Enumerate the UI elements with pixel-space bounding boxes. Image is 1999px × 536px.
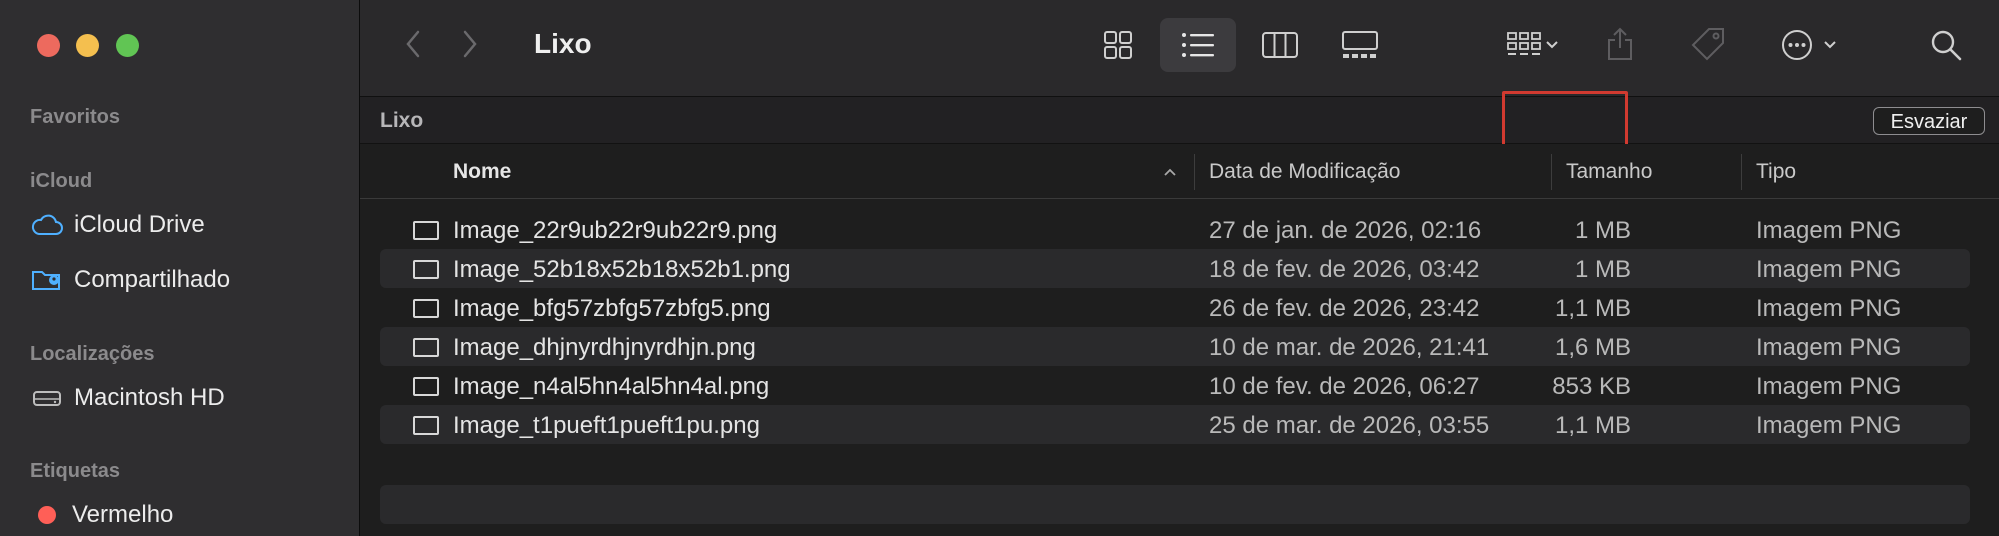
search-icon [1931, 30, 1962, 61]
file-kind: Imagem PNG [1756, 217, 1902, 244]
column-kind[interactable]: Tipo [1756, 160, 1796, 184]
chevron-left-icon [406, 30, 420, 58]
file-kind: Imagem PNG [1756, 295, 1902, 322]
image-file-icon [413, 338, 439, 357]
file-size: 1 MB [1574, 256, 1631, 283]
column-size[interactable]: Tamanho [1566, 160, 1652, 184]
zoom-window-button[interactable] [116, 34, 139, 57]
close-window-button[interactable] [37, 34, 60, 57]
image-file-icon [413, 299, 439, 318]
chevron-down-icon [1824, 41, 1836, 49]
sidebar-section-favorites: Favoritos [30, 106, 121, 128]
list-icon [1182, 33, 1214, 57]
file-row[interactable]: Image_bfg57zbfg57zbfg5.png 26 de fev. de… [380, 288, 1970, 327]
group-icon [1507, 32, 1541, 55]
view-columns-button[interactable] [1242, 18, 1318, 72]
column-date-modified[interactable]: Data de Modificação [1209, 160, 1400, 184]
cloud-icon [30, 210, 64, 240]
trash-header-bar: Lixo Esvaziar [360, 97, 1999, 144]
location-label: Lixo [380, 109, 424, 132]
file-size: 1,1 MB [1554, 295, 1631, 322]
file-name: Image_t1pueft1pueft1pu.png [453, 412, 760, 439]
column-separator[interactable] [1551, 154, 1552, 190]
chevron-right-icon [463, 30, 477, 58]
file-size: 1 MB [1574, 217, 1631, 244]
file-row[interactable]: Image_52b18x52b18x52b1.png 18 de fev. de… [380, 249, 1970, 288]
image-file-icon [413, 377, 439, 396]
sort-ascending-icon[interactable] [1162, 166, 1178, 178]
image-file-icon [413, 260, 439, 279]
sidebar-section-icloud: iCloud [30, 170, 93, 192]
file-size: 1,6 MB [1554, 334, 1631, 361]
file-row[interactable]: Image_n4al5hn4al5hn4al.png 10 de fev. de… [380, 366, 1970, 405]
gallery-icon [1342, 31, 1378, 58]
file-kind: Imagem PNG [1756, 373, 1902, 400]
sidebar-item-label: iCloud Drive [74, 211, 205, 238]
finder-window: Favoritos iCloud iCloud Drive Compartilh… [0, 0, 1999, 536]
file-row[interactable]: Image_22r9ub22r9ub22r9.png 27 de jan. de… [380, 210, 1970, 249]
more-actions-button[interactable] [1770, 24, 1848, 66]
column-header: Nome Data de Modificação Tamanho Tipo [360, 144, 1999, 199]
file-kind: Imagem PNG [1756, 412, 1902, 439]
sidebar-item-shared[interactable]: Compartilhado [30, 263, 230, 297]
file-size: 853 KB [1552, 373, 1631, 400]
sidebar-section-tags: Etiquetas [30, 460, 121, 482]
sidebar: Favoritos iCloud iCloud Drive Compartilh… [0, 0, 360, 536]
sidebar-item-label: Vermelho [72, 501, 174, 528]
share-icon [1608, 27, 1632, 60]
file-name: Image_52b18x52b18x52b1.png [453, 256, 791, 283]
sidebar-item-label: Compartilhado [74, 266, 231, 293]
empty-trash-button[interactable]: Esvaziar [1873, 107, 1985, 135]
columns-icon [1262, 32, 1298, 58]
file-row[interactable]: Image_dhjnyrdhjnyrdhjn.png 10 de mar. de… [380, 327, 1970, 366]
window-title: Lixo [534, 28, 592, 59]
share-button[interactable] [1602, 22, 1638, 66]
view-gallery-button[interactable] [1322, 18, 1398, 72]
empty-row [380, 485, 1970, 524]
back-button[interactable] [398, 26, 428, 62]
forward-button[interactable] [455, 26, 485, 62]
sidebar-item-icloud-drive[interactable]: iCloud Drive [30, 208, 205, 242]
red-tag-icon [38, 506, 56, 524]
chevron-down-icon [1546, 41, 1558, 49]
file-row[interactable]: Image_t1pueft1pueft1pu.png 25 de mar. de… [380, 405, 1970, 444]
sidebar-item-macintosh-hd[interactable]: Macintosh HD [30, 381, 225, 415]
group-by-button[interactable] [1498, 24, 1568, 66]
sidebar-item-label: Macintosh HD [74, 384, 225, 411]
ellipsis-circle-icon [1782, 30, 1812, 60]
view-list-button[interactable] [1160, 18, 1236, 72]
tag-button[interactable] [1686, 22, 1730, 66]
file-size: 1,1 MB [1554, 412, 1631, 439]
image-file-icon [413, 221, 439, 240]
sidebar-item-tag-red[interactable]: Vermelho [30, 498, 173, 532]
file-name: Image_dhjnyrdhjnyrdhjn.png [453, 334, 756, 361]
toolbar: Lixo [360, 0, 1999, 97]
file-kind: Imagem PNG [1756, 256, 1902, 283]
search-button[interactable] [1926, 24, 1966, 66]
tag-icon [1691, 28, 1724, 61]
column-name[interactable]: Nome [453, 160, 511, 184]
grid-icon [1104, 31, 1132, 59]
view-icons-button[interactable] [1080, 18, 1156, 72]
sidebar-section-locations: Localizações [30, 343, 155, 365]
file-kind: Imagem PNG [1756, 334, 1902, 361]
minimize-window-button[interactable] [76, 34, 99, 57]
column-separator[interactable] [1194, 154, 1195, 190]
file-name: Image_n4al5hn4al5hn4al.png [453, 373, 770, 400]
shared-folder-icon [30, 265, 64, 295]
file-name: Image_bfg57zbfg57zbfg5.png [453, 295, 771, 322]
image-file-icon [413, 416, 439, 435]
file-name: Image_22r9ub22r9ub22r9.png [453, 217, 778, 244]
column-separator[interactable] [1741, 154, 1742, 190]
hard-drive-icon [30, 383, 64, 413]
